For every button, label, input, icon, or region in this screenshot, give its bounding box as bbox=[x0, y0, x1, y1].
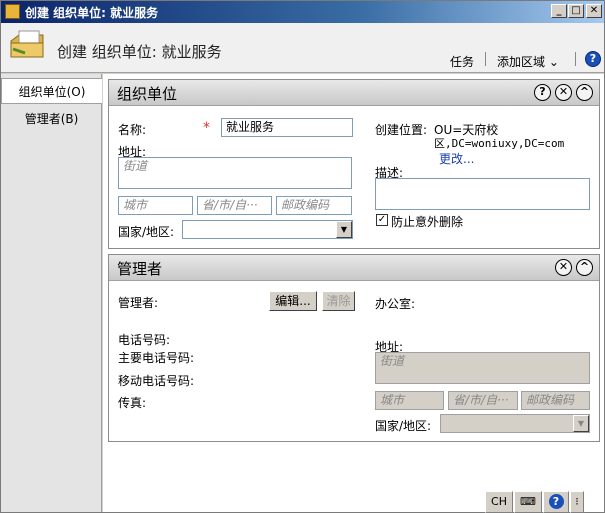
dropdown-arrow-icon: ▼ bbox=[336, 221, 352, 238]
chevron-down-icon: ⌄ bbox=[548, 55, 559, 69]
manager-panel: 管理者 ✕ ^ 管理者: 编辑... 清除 办公室: 电话号码: 主要电话号码:… bbox=[108, 254, 600, 442]
ime-indicator[interactable]: CH bbox=[485, 491, 513, 513]
add-area-label: 添加区域 bbox=[497, 55, 546, 69]
city-field[interactable]: 城市 bbox=[118, 196, 193, 215]
main-area: 组织单位 ? ✕ ^ 名称: * 就业服务 地址: 街道 城市 省/市/自···… bbox=[103, 74, 604, 512]
street-field[interactable]: 街道 bbox=[375, 352, 590, 384]
tasks-menu[interactable]: 任务 bbox=[450, 53, 474, 70]
window-title: 创建 组织单位: 就业服务 bbox=[25, 6, 159, 20]
window: 创建 组织单位: 就业服务 _ □ ✕ 创建 组织单位: 就业服务 任务 添加区… bbox=[0, 0, 605, 513]
close-section-icon[interactable]: ✕ bbox=[555, 259, 572, 276]
sidebar: 组织单位(O) 管理者(B) bbox=[1, 74, 102, 512]
country-select[interactable]: ▼ bbox=[182, 220, 353, 239]
country-select[interactable]: ▼ bbox=[440, 414, 590, 433]
minimize-button[interactable]: _ bbox=[551, 4, 567, 18]
maximize-button[interactable]: □ bbox=[568, 4, 584, 18]
main-phone-label: 主要电话号码: bbox=[118, 351, 195, 365]
help-icon[interactable]: ? bbox=[585, 51, 601, 67]
city-field[interactable]: 城市 bbox=[375, 391, 444, 410]
province-field[interactable]: 省/市/自··· bbox=[197, 196, 272, 215]
app-icon bbox=[5, 4, 20, 19]
collapse-icon[interactable]: ^ bbox=[576, 259, 593, 276]
sidebar-item-manager[interactable]: 管理者(B) bbox=[1, 106, 102, 132]
options-icon[interactable]: ⁝ bbox=[570, 491, 584, 513]
change-location-link[interactable]: 更改... bbox=[439, 150, 474, 167]
separator bbox=[575, 52, 576, 66]
zip-field[interactable]: 邮政编码 bbox=[521, 391, 590, 410]
required-icon: * bbox=[203, 120, 210, 136]
ou-panel-header: 组织单位 ? ✕ ^ bbox=[109, 80, 599, 106]
name-label: 名称: bbox=[118, 123, 147, 137]
mobile-label: 移动电话号码: bbox=[118, 374, 195, 388]
protect-checkbox[interactable]: ✓ bbox=[376, 214, 388, 226]
ou-panel: 组织单位 ? ✕ ^ 名称: * 就业服务 地址: 街道 城市 省/市/自···… bbox=[108, 79, 600, 249]
create-location-label: 创建位置: bbox=[375, 123, 428, 137]
fax-label: 传真: bbox=[118, 396, 147, 410]
ou-panel-title: 组织单位 bbox=[117, 85, 178, 103]
page-title: 创建 组织单位: 就业服务 bbox=[57, 43, 222, 61]
close-button[interactable]: ✕ bbox=[586, 4, 602, 18]
help-icon[interactable]: ? bbox=[543, 491, 569, 513]
collapse-icon[interactable]: ^ bbox=[576, 84, 593, 101]
organizational-unit-icon bbox=[10, 30, 44, 58]
office-label: 办公室: bbox=[375, 297, 416, 311]
manager-panel-title: 管理者 bbox=[117, 260, 163, 278]
country-label: 国家/地区: bbox=[375, 419, 432, 433]
name-field[interactable]: 就业服务 bbox=[221, 118, 353, 137]
clear-button[interactable]: 清除 bbox=[322, 291, 355, 311]
street-field[interactable]: 街道 bbox=[118, 157, 352, 189]
sidebar-item-ou[interactable]: 组织单位(O) bbox=[1, 78, 102, 104]
close-section-icon[interactable]: ✕ bbox=[555, 84, 572, 101]
header: 创建 组织单位: 就业服务 任务 添加区域 ⌄ ? bbox=[1, 23, 604, 73]
help-icon[interactable]: ? bbox=[534, 84, 551, 101]
province-field[interactable]: 省/市/自··· bbox=[448, 391, 518, 410]
separator bbox=[485, 52, 486, 66]
title-bar: 创建 组织单位: 就业服务 _ □ ✕ bbox=[1, 1, 604, 23]
create-location-value: 区,DC=woniuxy,DC=com bbox=[434, 137, 565, 150]
phone-label: 电话号码: bbox=[118, 333, 171, 347]
protect-label: 防止意外删除 bbox=[391, 215, 464, 229]
add-area-menu[interactable]: 添加区域 ⌄ bbox=[497, 53, 559, 70]
edit-button[interactable]: 编辑... bbox=[269, 291, 317, 311]
dropdown-arrow-icon: ▼ bbox=[573, 415, 589, 432]
country-label: 国家/地区: bbox=[118, 225, 175, 239]
zip-field[interactable]: 邮政编码 bbox=[276, 196, 352, 215]
keyboard-icon[interactable]: ⌨ bbox=[514, 491, 542, 513]
manager-label: 管理者: bbox=[118, 296, 159, 310]
description-field[interactable] bbox=[375, 178, 590, 210]
manager-panel-header: 管理者 ✕ ^ bbox=[109, 255, 599, 281]
